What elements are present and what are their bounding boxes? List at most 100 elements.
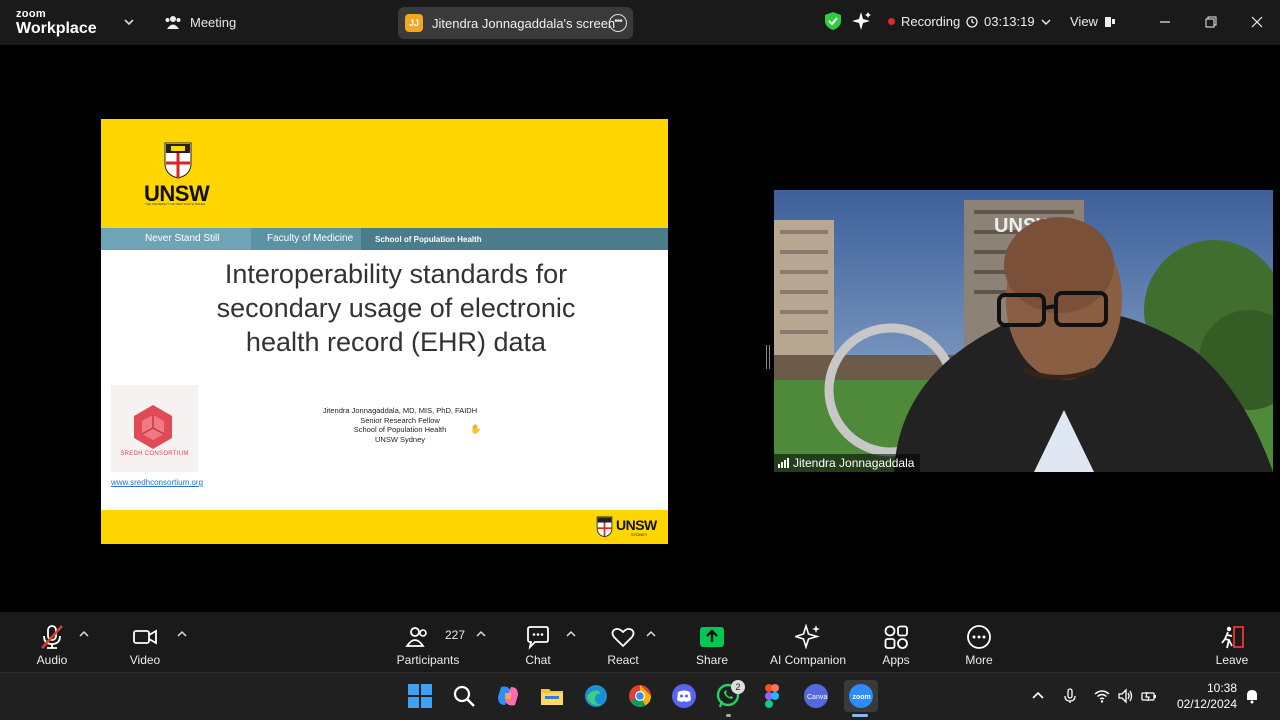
title-bar: zoom Workplace Meeting JJ Jitendra Jonna…: [0, 0, 1280, 45]
svg-text:Canva: Canva: [807, 694, 827, 701]
discord-icon[interactable]: [671, 683, 697, 709]
more-options-icon[interactable]: •••: [609, 14, 627, 32]
canva-icon[interactable]: Canva: [803, 683, 829, 709]
volume-icon[interactable]: [1117, 688, 1133, 704]
sredh-logo-label: SREDH CONSORTIUM: [120, 451, 189, 457]
slide-title-line: Interoperability standards for: [224, 259, 568, 289]
view-menu[interactable]: View: [1070, 14, 1116, 29]
presentation-slide: UNSW THE UNIVERSITY OF NEW SOUTH WALES N…: [101, 119, 668, 544]
slide-title-line: secondary usage of electronic: [216, 293, 576, 323]
search-icon[interactable]: [451, 683, 477, 709]
slide-title: Interoperability standards for secondary…: [181, 257, 611, 359]
windows-start-icon[interactable]: [407, 683, 433, 709]
chat-label: Chat: [525, 653, 551, 667]
chevron-up-icon[interactable]: [566, 630, 576, 638]
apps-icon: [884, 625, 908, 649]
video-button[interactable]: Video: [115, 612, 175, 672]
author-line: UNSW Sydney: [374, 434, 425, 444]
file-explorer-icon[interactable]: [539, 683, 565, 709]
participant-name-tag: Jitendra Jonnagaddala: [774, 454, 921, 472]
share-label: Share: [695, 653, 729, 667]
signal-bars-icon: [778, 458, 789, 468]
chat-button[interactable]: Chat: [508, 612, 568, 672]
mic-muted-icon: [41, 625, 63, 649]
chevron-down-icon[interactable]: [122, 15, 136, 29]
chrome-browser-icon[interactable]: [627, 683, 653, 709]
layout-icon: [1104, 16, 1115, 27]
react-button[interactable]: React: [593, 612, 653, 672]
author-line: Senior Research Fellow: [360, 415, 440, 425]
unsw-crest-icon: [164, 142, 192, 179]
slide-footer-band: [101, 510, 668, 544]
system-clock[interactable]: 10:38 02/12/2024: [1177, 680, 1237, 712]
participant-name: Jitendra Jonnagaddala: [793, 456, 915, 470]
apps-button[interactable]: Apps: [866, 612, 926, 672]
unsw-footer-subtext: SYDNEY: [631, 532, 648, 537]
resize-handle[interactable]: [766, 345, 770, 369]
battery-icon[interactable]: [1141, 688, 1157, 704]
audio-label: Audio: [36, 653, 68, 667]
participants-button[interactable]: Participants: [388, 612, 468, 672]
share-button[interactable]: Share: [682, 612, 742, 672]
brand-line1: zoom: [16, 8, 46, 20]
participant-video[interactable]: UNSW Jitendra Jonnagaddala: [774, 190, 1273, 472]
notification-bell-icon[interactable]: [1244, 688, 1260, 704]
video-frame: UNSW: [774, 190, 1273, 472]
clock-icon: [966, 15, 978, 28]
copilot-icon[interactable]: [495, 683, 521, 709]
leave-button[interactable]: Leave: [1202, 612, 1262, 672]
meeting-toolbar: Audio Video Participants 227 Chat React …: [0, 612, 1280, 672]
edge-browser-icon[interactable]: [583, 683, 609, 709]
chevron-up-icon[interactable]: [1030, 688, 1046, 704]
screen-share-label: Jitendra Jonnagaddala's screen: [432, 15, 616, 31]
participants-label: Participants: [396, 653, 460, 667]
chat-icon: [527, 626, 549, 650]
sredh-logo-icon: [134, 405, 172, 449]
chevron-up-icon[interactable]: [646, 630, 656, 638]
recording-indicator[interactable]: Recording: [888, 14, 960, 29]
ai-companion-label: AI Companion: [769, 653, 847, 667]
author-line: School of Population Health: [353, 425, 447, 435]
figma-icon[interactable]: [759, 683, 785, 709]
zoom-logo: zoom Workplace: [16, 9, 97, 37]
meeting-menu[interactable]: Meeting: [164, 14, 236, 30]
meeting-timer[interactable]: 03:13:19: [966, 14, 1051, 29]
clock-date: 02/12/2024: [1176, 697, 1237, 711]
microphone-icon[interactable]: [1062, 688, 1078, 704]
wifi-icon[interactable]: [1094, 688, 1110, 704]
clock-time: 10:38: [1206, 681, 1237, 695]
ai-companion-button[interactable]: AI Companion: [763, 612, 853, 672]
more-icon: [967, 625, 991, 649]
shield-check-icon[interactable]: [824, 11, 842, 31]
unsw-logo-subtext: THE UNIVERSITY OF NEW SOUTH WALES: [145, 202, 206, 206]
brand-line2: Workplace: [16, 20, 97, 37]
chevron-up-icon[interactable]: [177, 630, 187, 638]
slide-nav-text: Faculty of Medicine: [267, 233, 354, 244]
timer-value: 03:13:19: [984, 14, 1035, 29]
more-button[interactable]: More: [949, 612, 1009, 672]
leave-icon: [1221, 626, 1244, 649]
ai-sparkle-icon[interactable]: [852, 11, 872, 31]
participants-count: 227: [445, 628, 466, 642]
active-app-indicator: [852, 714, 868, 717]
react-label: React: [607, 653, 639, 667]
sredh-link[interactable]: www.sredhconsortium.org: [111, 478, 203, 487]
chevron-up-icon[interactable]: [79, 630, 89, 638]
unsw-footer-logo: UNSW: [616, 517, 657, 533]
screen-share-pill[interactable]: JJ Jitendra Jonnagaddala's screen •••: [398, 7, 633, 39]
minimize-icon[interactable]: [1155, 12, 1175, 32]
slide-nav-text: Never Stand Still: [145, 233, 220, 244]
apps-label: Apps: [882, 653, 910, 667]
zoom-app-icon[interactable]: zoom: [848, 683, 874, 709]
close-icon[interactable]: [1247, 12, 1267, 32]
recording-label: Recording: [901, 14, 961, 29]
heart-icon: [611, 627, 635, 648]
chevron-up-icon[interactable]: [476, 630, 486, 638]
share-screen-icon: [700, 627, 724, 647]
video-label: Video: [129, 653, 161, 667]
avatar: JJ: [405, 14, 423, 32]
meeting-label: Meeting: [190, 14, 237, 30]
running-indicator: [726, 714, 731, 717]
audio-button[interactable]: Audio: [22, 612, 82, 672]
restore-icon[interactable]: [1201, 12, 1221, 32]
